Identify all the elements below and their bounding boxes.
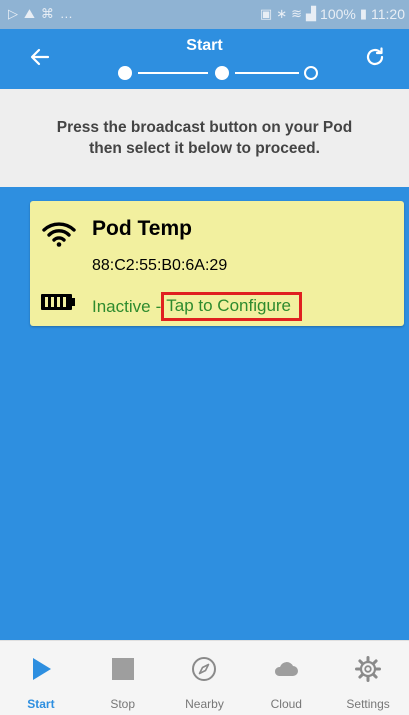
pod-status-row: Inactive - Tap to Configure [92,292,303,321]
stop-icon [111,658,134,680]
signal-icon: ▟ [306,6,317,21]
instructions-line-2: then select it below to proceed. [89,140,320,157]
pod-device-card[interactable]: Pod Temp 88:C2:55:B0:6A:29 Inactive - Ta… [30,201,404,326]
bluetooth-icon: ∗ [276,6,288,21]
pod-mac-address: 88:C2:55:B0:6A:29 [92,257,228,274]
progress-stepper [118,66,318,80]
battery-percent: 100% [320,6,356,22]
device-list: Pod Temp 88:C2:55:B0:6A:29 Inactive - Ta… [0,187,409,640]
refresh-icon[interactable] [363,45,387,69]
image-icon: ⛰ [24,6,35,21]
cloud-icon [275,662,299,676]
page-title: Start [186,37,223,54]
pod-name: Pod Temp [92,217,192,240]
wifi-status-icon: ≋ [291,6,303,21]
tap-to-configure-link[interactable]: Tap to Configure [161,292,303,321]
play-store-icon: ▷ [8,6,18,21]
nav-item-settings[interactable]: Settings [327,641,409,715]
step-2-dot [215,66,229,80]
step-connector [138,72,208,74]
nav-item-cloud[interactable]: Cloud [245,641,327,715]
wifi-icon [42,222,76,247]
nav-label-cloud: Cloud [270,697,302,711]
compass-icon [192,657,217,681]
nav-item-stop[interactable]: Stop [82,641,164,715]
gamepad-icon: ⌘ [40,6,54,21]
nfc-icon: ▣ [259,6,273,21]
nav-label-nearby: Nearby [185,697,224,711]
nav-label-stop: Stop [110,697,136,711]
step-3-dot [304,66,318,80]
battery-icon [41,294,75,310]
pod-status: Inactive [92,296,151,316]
step-connector [235,72,299,74]
play-icon [32,658,51,680]
notification-icons: ▷ ⛰ ⌘ … [8,6,73,22]
gear-icon [355,656,382,682]
system-icons: ▣ ∗ ≋ ▟ 100% ▮ 11:20 [260,6,405,22]
nav-item-start[interactable]: Start [0,641,82,715]
nav-label-start: Start [27,697,55,711]
instructions-line-1: Press the broadcast button on your Pod [56,119,353,136]
status-bar: ▷ ⛰ ⌘ … ▣ ∗ ≋ ▟ 100% ▮ 11:20 [0,0,409,29]
step-1-dot [118,66,132,80]
app-bar: Start [0,29,409,89]
clock: 11:20 [371,6,405,22]
instructions-panel: Press the broadcast button on your Pod t… [0,89,409,187]
nav-item-nearby[interactable]: Nearby [164,641,246,715]
nav-label-settings: Settings [346,697,390,711]
more-notifications-icon: … [59,6,73,21]
bottom-navigation: Start Stop Nearby Cloud Settings [0,640,409,715]
battery-status-icon: ▮ [359,6,367,21]
